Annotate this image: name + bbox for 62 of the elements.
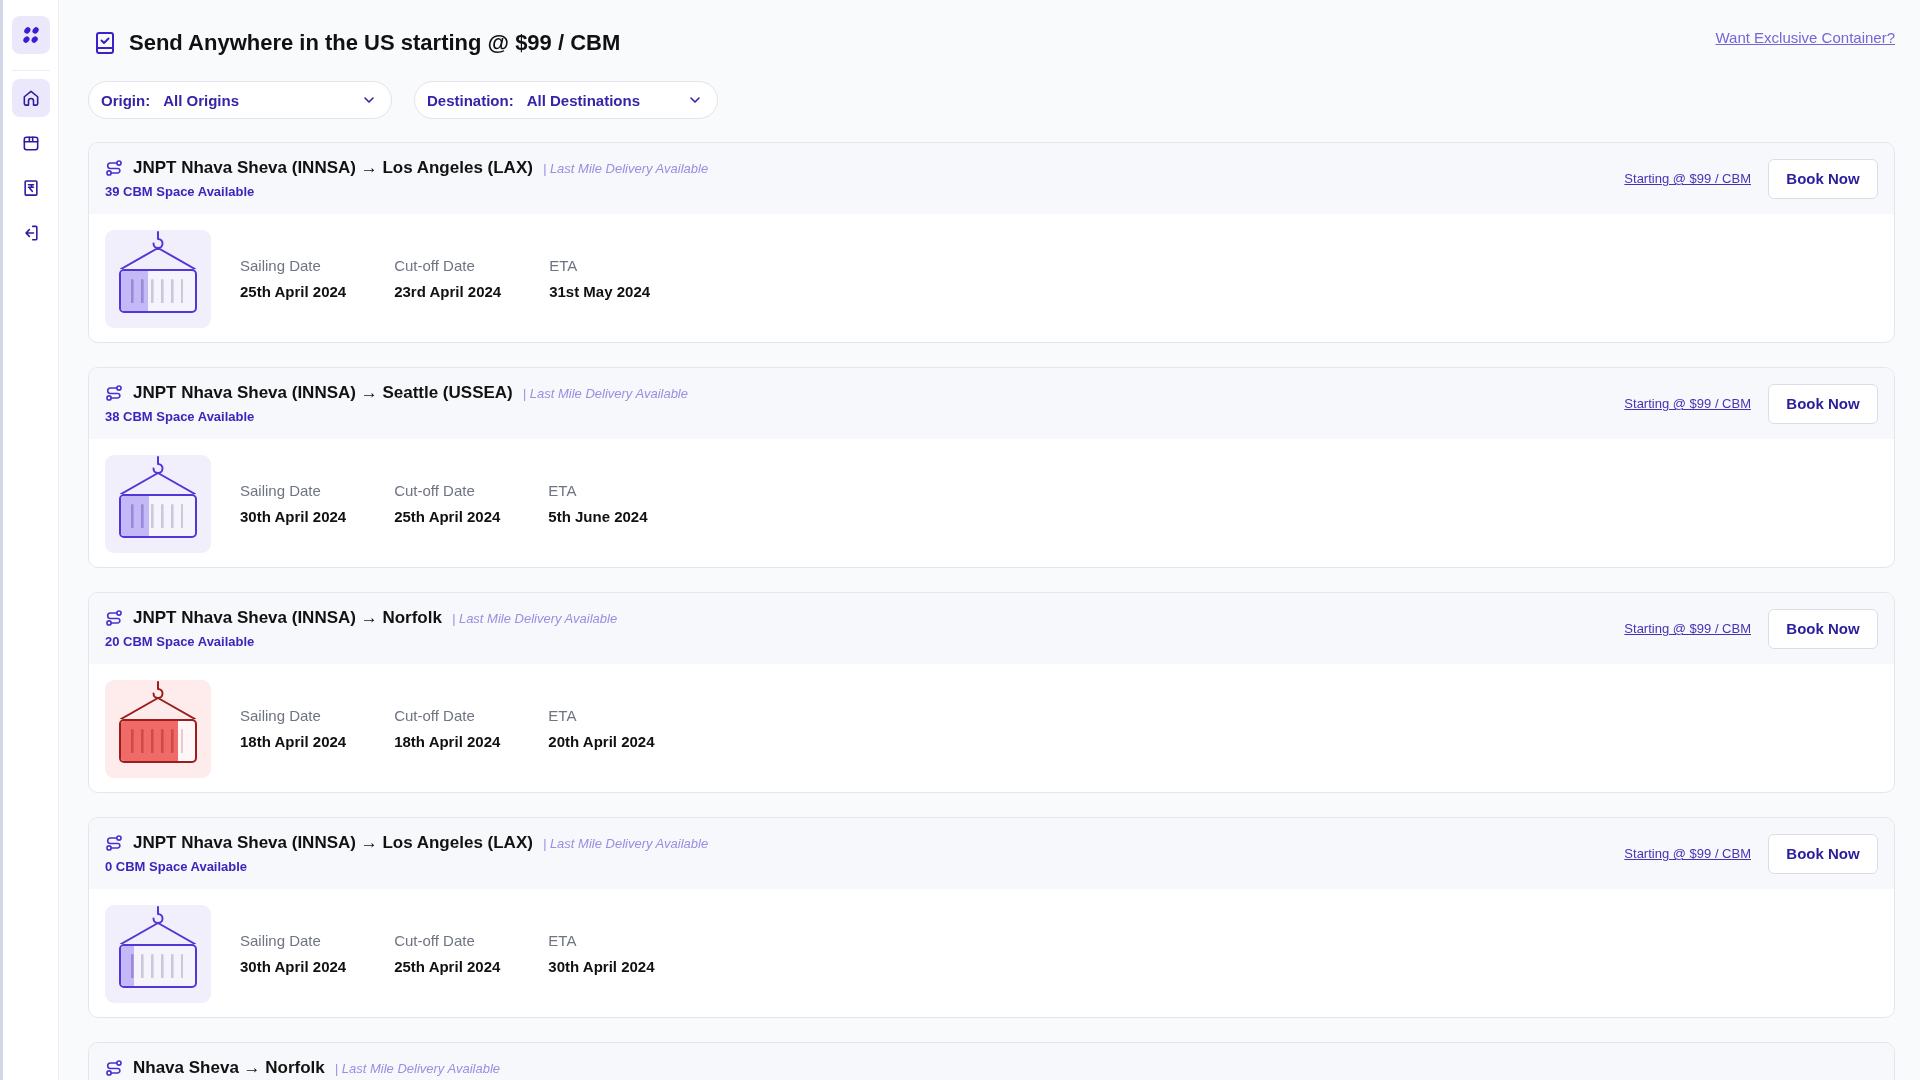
date-label: Sailing Date (240, 256, 322, 276)
date-value: 18th April 2024 (394, 732, 501, 752)
space-available: 20 CBM Space Available (105, 633, 256, 651)
date-value: 20th April 2024 (548, 732, 655, 752)
date-value: 30th April 2024 (240, 507, 347, 527)
price-link[interactable]: Starting @ $99 / CBM (1624, 396, 1751, 411)
route-title: JNPT Nhava Sheva (INNSA) → Norfolk (133, 607, 442, 629)
book-now-button[interactable]: Book Now (1768, 833, 1878, 874)
container-ribs-icon (130, 728, 184, 754)
date-label: Sailing Date (240, 481, 322, 501)
delivery-note: | Last Mile Delivery Available (522, 385, 688, 401)
date-value: 25th April 2024 (240, 282, 347, 302)
date-label: Cut-off Date (394, 931, 476, 951)
date-label: Cut-off Date (394, 706, 476, 726)
route-title: JNPT Nhava Sheva (INNSA) → Los Angeles (LAX) (133, 157, 533, 179)
route-icon (105, 609, 123, 627)
page-title: Send Anywhere in the US starting @ $99 / CBM (129, 29, 622, 57)
date-label: Sailing Date (240, 931, 322, 951)
route-title: JNPT Nhava Sheva (INNSA) → Los Angeles (LAX) (133, 832, 533, 854)
delivery-note: | Last Mile Delivery Available (542, 160, 709, 176)
filter-dropdown[interactable]: Origin: All Origins (88, 81, 392, 119)
route-title: Nhava Sheva → Norfolk (133, 1057, 325, 1079)
sidebar-nav-item[interactable] (11, 79, 50, 117)
delivery-note: | Last Mile Delivery Available (451, 610, 618, 626)
date-label: ETA (549, 256, 579, 276)
delivery-note: | Last Mile Delivery Available (334, 1060, 500, 1076)
date-label: ETA (548, 481, 578, 501)
date-label: ETA (548, 931, 578, 951)
logo-icon (11, 16, 50, 54)
date-label: Sailing Date (240, 706, 322, 726)
date-value: 30th April 2024 (548, 957, 655, 977)
price-link[interactable]: Starting @ $99 / CBM (1624, 621, 1751, 636)
date-value: 25th April 2024 (394, 507, 501, 527)
date-value: 30th April 2024 (240, 957, 347, 977)
container-ribs-icon (130, 953, 184, 979)
date-label: Cut-off Date (394, 256, 476, 276)
book-now-button[interactable]: Book Now (1768, 608, 1878, 649)
book-now-button[interactable]: Book Now (1768, 158, 1878, 199)
date-value: 23rd April 2024 (394, 282, 502, 302)
filter-dropdown[interactable]: Destination: All Destinations (414, 81, 718, 119)
date-value: 18th April 2024 (240, 732, 347, 752)
price-link[interactable]: Starting @ $99 / CBM (1624, 846, 1751, 861)
route-icon (105, 159, 123, 177)
date-label: ETA (548, 706, 578, 726)
book-now-button[interactable]: Book Now (1768, 383, 1878, 424)
container-ribs-icon (130, 503, 184, 529)
route-icon (105, 834, 123, 852)
delivery-note: | Last Mile Delivery Available (542, 835, 709, 851)
route-icon (105, 384, 123, 402)
price-link[interactable]: Starting @ $99 / CBM (1624, 171, 1751, 186)
space-available: 0 CBM Space Available (105, 858, 249, 876)
exclusive-container-link[interactable]: Want Exclusive Container? (1715, 28, 1895, 48)
route-icon (105, 1059, 123, 1077)
date-value: 31st May 2024 (549, 282, 651, 302)
space-available: 39 CBM Space Available (105, 183, 256, 201)
route-title: JNPT Nhava Sheva (INNSA) → Seattle (USSEA) (133, 382, 513, 404)
document-check-icon (95, 31, 115, 55)
container-ribs-icon (130, 278, 184, 304)
space-available: 38 CBM Space Available (105, 408, 256, 426)
date-label: Cut-off Date (394, 481, 476, 501)
date-value: 25th April 2024 (394, 957, 501, 977)
date-value: 5th June 2024 (548, 507, 648, 527)
